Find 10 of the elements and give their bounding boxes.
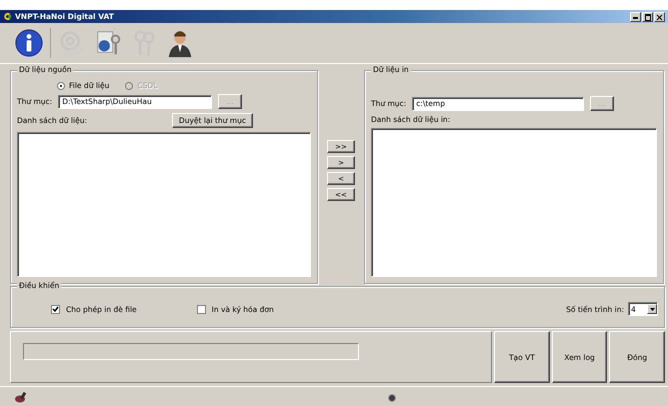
data-list[interactable] bbox=[371, 128, 657, 277]
data-list[interactable] bbox=[17, 132, 311, 277]
close-button[interactable] bbox=[654, 12, 665, 22]
info-icon[interactable] bbox=[14, 28, 44, 58]
minimize-button[interactable] bbox=[630, 12, 641, 22]
maximize-button[interactable] bbox=[642, 12, 653, 22]
caret-icon[interactable] bbox=[650, 308, 654, 310]
app-logo-icon bbox=[3, 12, 12, 21]
status-icon bbox=[14, 390, 28, 402]
check-icon bbox=[52, 306, 59, 312]
